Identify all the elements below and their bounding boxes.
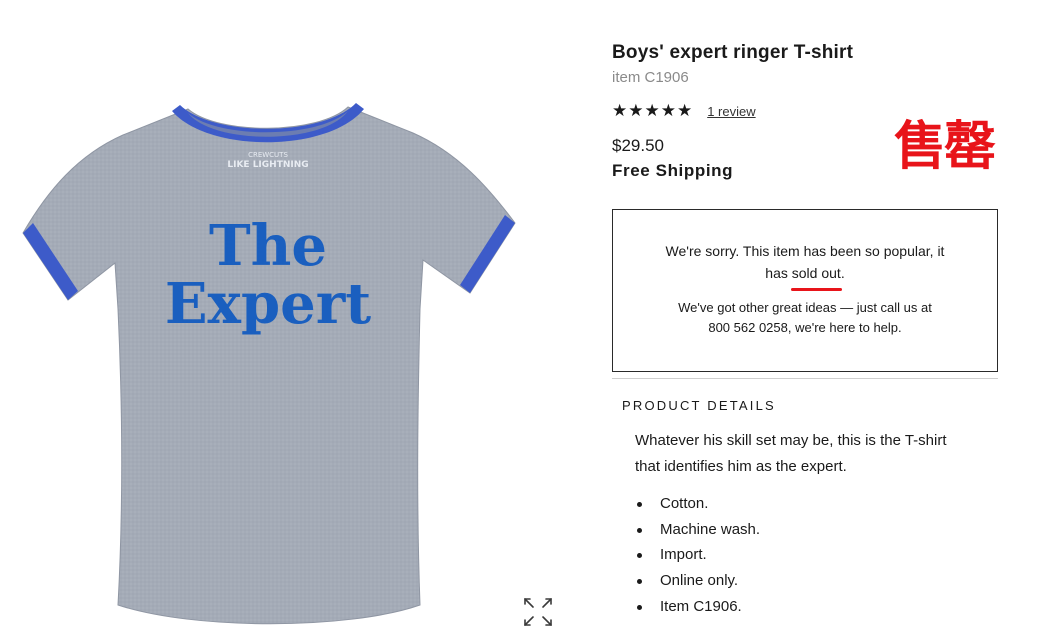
red-underline-mark [790,288,842,291]
expand-arrows-icon[interactable] [519,593,557,631]
sold-out-label: sold out [791,265,841,281]
sold-out-notice: We're sorry. This item has been so popul… [612,209,998,372]
tag-text-2: LIKE LIGHTNING [227,160,308,170]
product-image-area: CREWCUTS LIKE LIGHTNING The Expert [0,0,580,634]
item-code: item C1906 [612,69,689,86]
sorry-message: We're sorry. This item has been so popul… [613,240,997,291]
list-item: Online only. [635,568,760,594]
description-line-1: Whatever his skill set may be, this is t… [635,432,947,449]
list-item: Item C1906. [635,594,760,620]
star-rating-icon: ★★★★★ [612,101,694,120]
product-details-list: Cotton. Machine wash. Import. Online onl… [635,491,760,620]
sorry-line-2-suffix: . [840,265,845,281]
list-item: Cotton. [635,491,760,517]
tag-text-1: CREWCUTS [248,151,288,159]
help-line-2: 800 562 0258, we're here to help. [708,320,902,335]
product-description: Whatever his skill set may be, this is t… [635,428,995,480]
sold-out-highlight: sold out [790,262,842,291]
sold-out-stamp: 售罄 [894,117,996,177]
description-line-2: that identifies him as the expert. [635,458,847,475]
product-details-heading[interactable]: PRODUCT DETAILS [622,398,776,413]
print-text-expert: Expert [165,271,371,337]
section-divider [612,378,998,379]
list-item: Machine wash. [635,517,760,543]
sorry-line-1: We're sorry. This item has been so popul… [665,243,945,259]
product-page: CREWCUTS LIKE LIGHTNING The Expert Boys'… [0,0,1037,634]
list-item: Import. [635,542,760,568]
help-line-1: We've got other great ideas — just call … [678,300,932,315]
print-text-the: The [209,213,327,279]
sorry-line-2-prefix: has [765,265,792,281]
help-message: We've got other great ideas — just call … [613,298,997,338]
product-title: Boys' expert ringer T-shirt [612,42,854,63]
review-link[interactable]: 1 review [707,104,755,119]
product-image[interactable]: CREWCUTS LIKE LIGHTNING The Expert [18,95,523,634]
